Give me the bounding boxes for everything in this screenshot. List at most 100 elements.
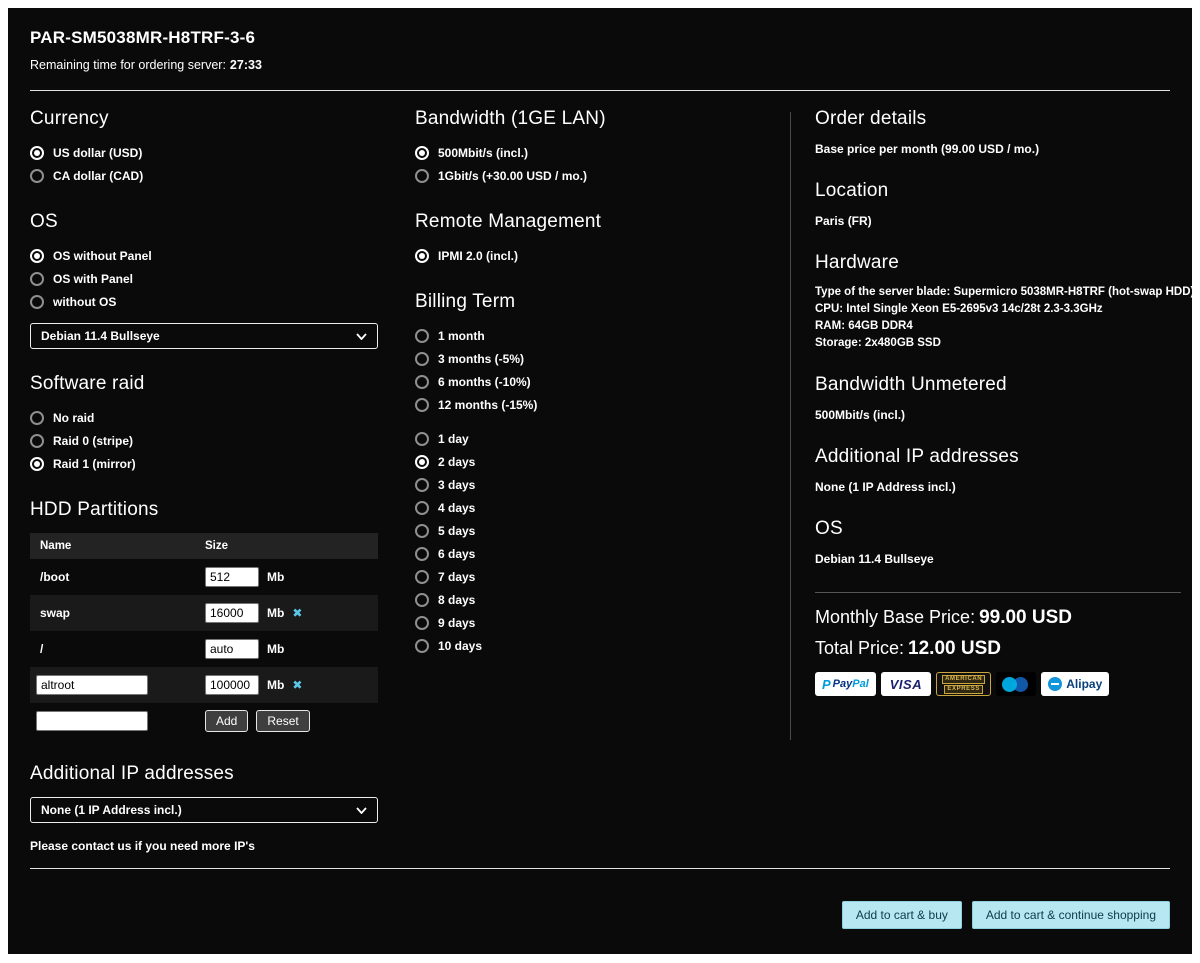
partition-name-input[interactable] <box>36 675 148 695</box>
radio-option-12-months-15[interactable]: 12 months (-15%) <box>415 394 760 416</box>
radio-icon <box>415 524 429 538</box>
radio-label: 500Mbit/s (incl.) <box>438 146 528 160</box>
partition-name: /boot <box>30 570 205 584</box>
radio-option-3-months-5[interactable]: 3 months (-5%) <box>415 348 760 370</box>
location-value: Paris (FR) <box>815 214 1181 228</box>
radio-label: IPMI 2.0 (incl.) <box>438 249 518 263</box>
config-column-left: Currency US dollar (USD)CA dollar (CAD) … <box>30 108 382 853</box>
radio-label: 6 days <box>438 547 475 561</box>
radio-option-without-os[interactable]: without OS <box>30 291 382 313</box>
radio-option-1gbit-s-30-00-usd-mo[interactable]: 1Gbit/s (+30.00 USD / mo.) <box>415 165 760 187</box>
hardware-spec-line: Type of the server blade: Supermicro 503… <box>815 286 1181 299</box>
total-price-value: 12.00 USD <box>908 638 1001 659</box>
add-to-cart-buy-button[interactable]: Add to cart & buy <box>842 901 962 929</box>
order-summary: Order details Base price per month (99.0… <box>815 108 1181 696</box>
radio-icon <box>415 455 429 469</box>
radio-option-6-days[interactable]: 6 days <box>415 543 760 565</box>
os-select[interactable]: Debian 11.4 Bullseye <box>30 323 378 349</box>
order-details-heading: Order details <box>815 108 1181 130</box>
radio-option-os-with-panel[interactable]: OS with Panel <box>30 268 382 290</box>
partition-size: Mb✖ <box>205 675 302 695</box>
radio-option-ca-dollar-cad[interactable]: CA dollar (CAD) <box>30 165 382 187</box>
radio-label: 5 days <box>438 524 475 538</box>
radio-icon <box>30 457 44 471</box>
radio-icon <box>415 398 429 412</box>
new-partition-name-input[interactable] <box>36 711 148 731</box>
hardware-specs: Type of the server blade: Supermicro 503… <box>815 286 1181 350</box>
billing-term-heading: Billing Term <box>415 291 760 313</box>
partition-size: Mb✖ <box>205 603 302 623</box>
radio-label: Raid 1 (mirror) <box>53 457 136 471</box>
radio-icon <box>30 434 44 448</box>
radio-option-8-days[interactable]: 8 days <box>415 589 760 611</box>
radio-option-3-days[interactable]: 3 days <box>415 474 760 496</box>
payment-methods: PPayPalVISAAMERICANEXPRESSAlipay <box>815 672 1181 696</box>
base-price-text: Base price per month (99.00 USD / mo.) <box>815 142 1181 156</box>
footer-buttons: Add to cart & buy Add to cart & continue… <box>842 901 1170 929</box>
radio-option-us-dollar-usd[interactable]: US dollar (USD) <box>30 142 382 164</box>
radio-option-4-days[interactable]: 4 days <box>415 497 760 519</box>
radio-label: Raid 0 (stripe) <box>53 434 133 448</box>
radio-option-ipmi-2-0-incl[interactable]: IPMI 2.0 (incl.) <box>415 245 760 267</box>
hardware-spec-line: CPU: Intel Single Xeon E5-2695v3 14c/28t… <box>815 303 1181 316</box>
column-header-name: Name <box>30 540 205 552</box>
partition-size-input[interactable] <box>205 675 259 695</box>
radio-option-no-raid[interactable]: No raid <box>30 407 382 429</box>
radio-option-raid-1-mirror[interactable]: Raid 1 (mirror) <box>30 453 382 475</box>
paypal-icon: P <box>822 677 831 692</box>
radio-option-500mbit-s-incl[interactable]: 500Mbit/s (incl.) <box>415 142 760 164</box>
radio-label: OS without Panel <box>53 249 152 263</box>
new-partition-name-cell <box>30 711 205 731</box>
hardware-heading: Hardware <box>815 252 1181 274</box>
delete-partition-icon[interactable]: ✖ <box>292 606 302 620</box>
monthly-price-value: 99.00 USD <box>979 607 1072 628</box>
additional-ips-select[interactable]: None (1 IP Address incl.) <box>30 797 378 823</box>
remote-management-options: IPMI 2.0 (incl.) <box>415 245 760 267</box>
summary-ips-heading: Additional IP addresses <box>815 446 1181 468</box>
summary-ips-value: None (1 IP Address incl.) <box>815 480 1181 494</box>
radio-icon <box>30 411 44 425</box>
total-price: Total Price:12.00 USD <box>815 638 1181 660</box>
radio-option-6-months-10[interactable]: 6 months (-10%) <box>415 371 760 393</box>
radio-option-1-day[interactable]: 1 day <box>415 428 760 450</box>
add-to-cart-continue-button[interactable]: Add to cart & continue shopping <box>972 901 1170 929</box>
radio-label: 3 months (-5%) <box>438 352 524 366</box>
radio-option-1-month[interactable]: 1 month <box>415 325 760 347</box>
monthly-price-label: Monthly Base Price: <box>815 607 975 627</box>
price-divider <box>815 592 1181 593</box>
radio-icon <box>30 249 44 263</box>
amex-line-2: EXPRESS <box>944 685 983 694</box>
add-partition-button[interactable]: Add <box>205 710 248 732</box>
radio-option-raid-0-stripe[interactable]: Raid 0 (stripe) <box>30 430 382 452</box>
radio-icon <box>415 570 429 584</box>
radio-label: US dollar (USD) <box>53 146 142 160</box>
radio-option-5-days[interactable]: 5 days <box>415 520 760 542</box>
partition-size-input[interactable] <box>205 603 259 623</box>
config-column-middle: Bandwidth (1GE LAN) 500Mbit/s (incl.)1Gb… <box>415 108 760 658</box>
partition-size-input[interactable] <box>205 639 259 659</box>
delete-partition-icon[interactable]: ✖ <box>292 678 302 692</box>
billing-term-day-options: 1 day 2 days3 days 4 days 5 days 6 days 7 day… <box>415 428 760 657</box>
bandwidth-options: 500Mbit/s (incl.) 1Gbit/s (+30.00 USD / m… <box>415 142 760 187</box>
location-heading: Location <box>815 180 1181 202</box>
currency-options: US dollar (USD) CA dollar (CAD) <box>30 142 382 187</box>
radio-label: 1 day <box>438 432 469 446</box>
software-raid-heading: Software raid <box>30 373 382 395</box>
partition-size-input[interactable] <box>205 567 259 587</box>
partition-name <box>30 675 205 695</box>
radio-label: 1 month <box>438 329 485 343</box>
software-raid-options: No raid Raid 0 (stripe) Raid 1 (mirror) <box>30 407 382 475</box>
summary-os-heading: OS <box>815 518 1181 540</box>
radio-option-10-days[interactable]: 10 days <box>415 635 760 657</box>
partition-size: Mb <box>205 567 284 587</box>
partition-rows: /bootMbswapMb✖/MbMb✖ <box>30 559 378 703</box>
radio-option-os-without-panel[interactable]: OS without Panel <box>30 245 382 267</box>
radio-option-9-days[interactable]: 9 days <box>415 612 760 634</box>
os-select-value: Debian 11.4 Bullseye <box>41 329 356 343</box>
radio-option-2-days[interactable]: 2 days <box>415 451 760 473</box>
radio-option-7-days[interactable]: 7 days <box>415 566 760 588</box>
radio-label: 4 days <box>438 501 475 515</box>
partition-add-row: Add Reset <box>30 703 378 739</box>
reset-partitions-button[interactable]: Reset <box>256 710 309 732</box>
radio-icon <box>415 547 429 561</box>
